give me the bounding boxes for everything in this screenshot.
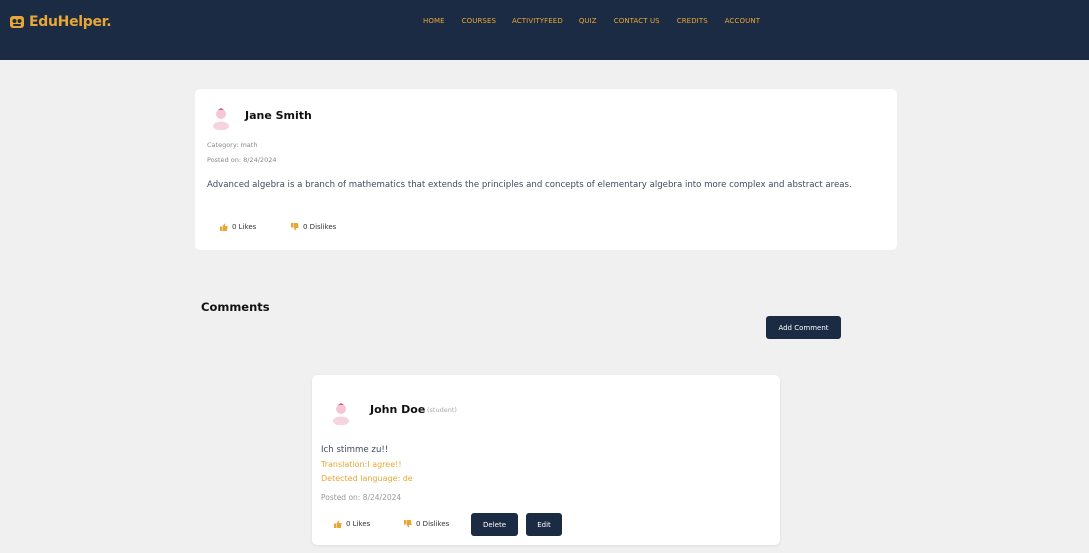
post-card: Jane Smith Category: math Posted on: 8/2…	[195, 89, 897, 250]
comment-dislikes-count: 0 Dislikes	[416, 520, 450, 528]
comment-translation: Translation:I agree!!	[321, 460, 402, 469]
post-category: Category: math	[207, 141, 258, 149]
post-date: Posted on: 8/24/2024	[207, 156, 277, 164]
thumbs-up-icon	[334, 520, 342, 528]
post-dislike-button[interactable]: 0 Dislikes	[291, 223, 336, 231]
comment-detected-language: Detected language: de	[321, 474, 413, 483]
delete-comment-button[interactable]: Delete	[471, 513, 518, 536]
comment-author: John Doe	[370, 403, 426, 416]
comment-text: Ich stimme zu!!	[321, 445, 389, 455]
brand-logo[interactable]: EduHelper.	[9, 11, 112, 33]
brand-name: EduHelper.	[29, 14, 112, 30]
comment-author-role: (student)	[427, 406, 457, 414]
comment-card: John Doe (student) Ich stimme zu!! Trans…	[312, 375, 780, 545]
user-avatar-icon	[213, 108, 229, 130]
thumbs-up-icon	[220, 223, 228, 231]
nav-menu: HOME COURSES ACTIVITYFEED QUIZ CONTACT U…	[423, 17, 760, 25]
add-comment-button[interactable]: Add Comment	[766, 316, 841, 339]
top-navbar: EduHelper. HOME COURSES ACTIVITYFEED QUI…	[0, 0, 1089, 60]
post-like-button[interactable]: 0 Likes	[220, 223, 256, 231]
nav-activityfeed[interactable]: ACTIVITYFEED	[512, 17, 563, 25]
post-likes-count: 0 Likes	[232, 223, 257, 231]
graduation-badge-icon	[10, 16, 24, 28]
post-body: Advanced algebra is a branch of mathemat…	[207, 180, 852, 190]
comment-like-button[interactable]: 0 Likes	[334, 520, 370, 528]
user-avatar-icon	[333, 403, 349, 425]
nav-home[interactable]: HOME	[423, 17, 445, 25]
nav-courses[interactable]: COURSES	[462, 17, 496, 25]
nav-contact-us[interactable]: CONTACT US	[614, 17, 660, 25]
comment-likes-count: 0 Likes	[346, 520, 371, 528]
edit-comment-button[interactable]: Edit	[526, 513, 562, 536]
nav-credits[interactable]: CREDITS	[677, 17, 708, 25]
nav-account[interactable]: ACCOUNT	[725, 17, 760, 25]
nav-quiz[interactable]: QUIZ	[579, 17, 597, 25]
thumbs-down-icon	[291, 223, 299, 231]
comments-heading: Comments	[201, 300, 270, 314]
comment-dislike-button[interactable]: 0 Dislikes	[404, 520, 449, 528]
thumbs-down-icon	[404, 520, 412, 528]
post-author: Jane Smith	[245, 109, 312, 122]
post-dislikes-count: 0 Dislikes	[303, 223, 337, 231]
comment-date: Posted on: 8/24/2024	[321, 493, 402, 502]
